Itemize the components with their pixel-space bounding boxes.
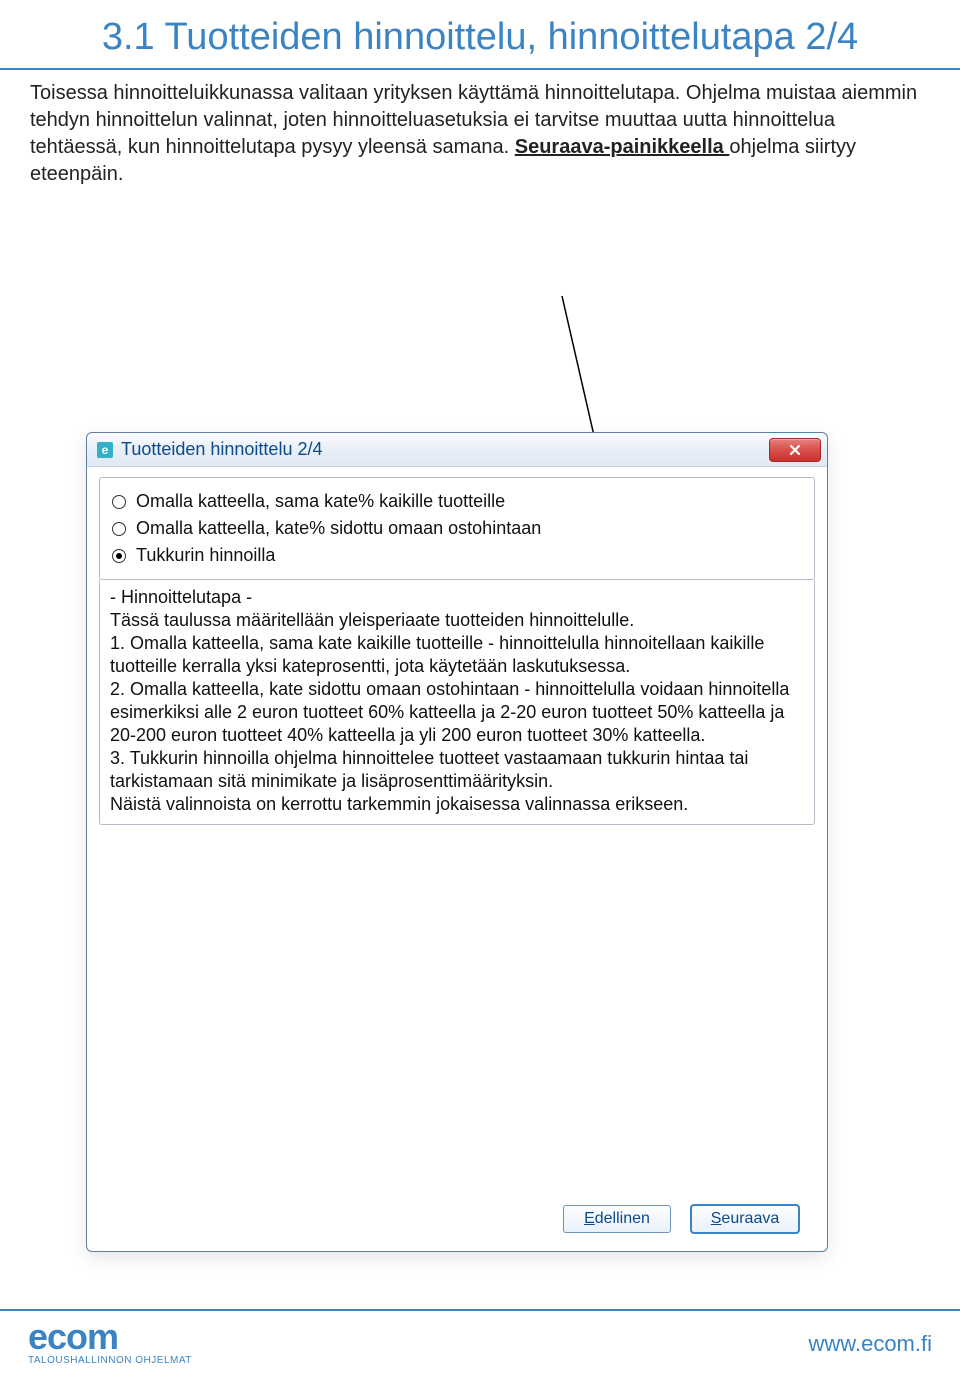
btn-accel: S <box>711 1210 722 1228</box>
desc-line-4: Näistä valinnoista on kerrottu tarkemmin… <box>110 793 804 816</box>
dialog-body: Omalla katteella, sama kate% kaikille tu… <box>87 467 827 1251</box>
intro-link-text: Seuraava-painikkeella <box>515 136 730 158</box>
radio-label: Tukkurin hinnoilla <box>136 545 275 566</box>
radio-option-1[interactable]: Omalla katteella, kate% sidottu omaan os… <box>112 515 802 542</box>
desc-line-1: 1. Omalla katteella, sama kate kaikille … <box>110 632 804 678</box>
intro-paragraph: Toisessa hinnoitteluikkunassa valitaan y… <box>0 80 960 188</box>
radio-circle-selected-icon <box>112 549 126 563</box>
logo-word: ecom <box>28 1321 118 1353</box>
button-row: Edellinen Seuraava <box>95 1199 819 1243</box>
radio-option-0[interactable]: Omalla katteella, sama kate% kaikille tu… <box>112 488 802 515</box>
app-icon: e <box>97 442 113 458</box>
btn-rest: dellinen <box>595 1210 650 1228</box>
desc-line-0: Tässä taulussa määritellään yleisperiaat… <box>110 609 804 632</box>
dialog-window: e Tuotteiden hinnoittelu 2/4 Omalla katt… <box>86 432 828 1252</box>
page-footer: ecom TALOUSHALLINNON OHJELMAT www.ecom.f… <box>0 1309 960 1397</box>
radio-label: Omalla katteella, sama kate% kaikille tu… <box>136 491 505 512</box>
page-title: 3.1 Tuotteiden hinnoittelu, hinnoittelut… <box>0 0 960 62</box>
description-panel: - Hinnoittelutapa - Tässä taulussa määri… <box>99 580 815 825</box>
btn-accel: E <box>584 1210 595 1228</box>
close-icon <box>788 443 802 457</box>
desc-line-3: 3. Tukkurin hinnoilla ohjelma hinnoittel… <box>110 747 804 793</box>
logo-tagline: TALOUSHALLINNON OHJELMAT <box>28 1355 192 1366</box>
previous-button[interactable]: Edellinen <box>563 1205 671 1233</box>
radio-option-2[interactable]: Tukkurin hinnoilla <box>112 542 802 569</box>
next-button[interactable]: Seuraava <box>691 1205 799 1233</box>
footer-url: www.ecom.fi <box>809 1331 932 1357</box>
radio-circle-icon <box>112 522 126 536</box>
title-rule <box>0 68 960 70</box>
radio-circle-icon <box>112 495 126 509</box>
titlebar: e Tuotteiden hinnoittelu 2/4 <box>87 433 827 467</box>
spacer <box>95 825 819 1199</box>
window-title: Tuotteiden hinnoittelu 2/4 <box>121 439 769 460</box>
logo: ecom TALOUSHALLINNON OHJELMAT <box>28 1321 192 1366</box>
btn-rest: euraava <box>721 1210 779 1228</box>
desc-line-2: 2. Omalla katteella, kate sidottu omaan … <box>110 678 804 747</box>
desc-heading: - Hinnoittelutapa - <box>110 586 804 609</box>
radio-group: Omalla katteella, sama kate% kaikille tu… <box>99 477 815 580</box>
radio-label: Omalla katteella, kate% sidottu omaan os… <box>136 518 541 539</box>
close-button[interactable] <box>769 438 821 462</box>
